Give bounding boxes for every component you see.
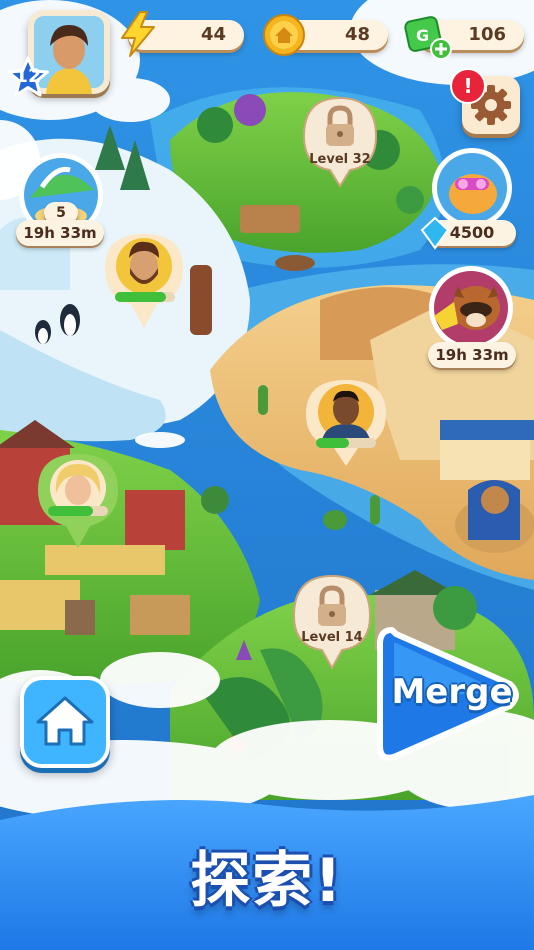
- character-pin-bearded-man[interactable]: [103, 230, 185, 330]
- coin-value: 48: [344, 24, 370, 45]
- man-in-suit-portrait-icon: [306, 380, 386, 466]
- merge-label: Merge: [391, 672, 513, 712]
- lock-level-label: Level 14: [301, 630, 363, 645]
- character-pin-man-in-suit[interactable]: [304, 376, 388, 468]
- man-in-suit-progress: [316, 438, 376, 448]
- blonde-woman-portrait-icon: [38, 454, 118, 548]
- svg-text:G: G: [416, 26, 429, 45]
- coin-icon: [263, 14, 305, 56]
- lock-level-label: Level 32: [309, 152, 371, 167]
- energy-value: 44: [200, 24, 226, 45]
- bearded-man-portrait-icon: [105, 234, 183, 328]
- bearded-man-progress: [115, 292, 175, 302]
- raccoon-event-timer: 19h 33m: [428, 342, 516, 368]
- player-level-value: 12: [14, 65, 42, 87]
- diamond-icon: [420, 216, 450, 250]
- character-pin-blonde-woman[interactable]: [36, 450, 120, 550]
- cash-icon: G: [404, 16, 452, 60]
- raccoon-icon: [429, 266, 513, 350]
- padlock-pin-icon: [302, 96, 378, 188]
- blonde-woman-progress: [48, 506, 108, 516]
- padlock-pin-icon: [292, 574, 372, 671]
- merge-button[interactable]: Merge: [372, 620, 522, 770]
- locked-area-level-32[interactable]: Level 32: [300, 92, 380, 188]
- locked-area-level-14[interactable]: Level 14: [290, 570, 374, 671]
- bearded-man-progress-fill: [115, 292, 166, 302]
- snow-event-timer: 19h 33m: [16, 220, 104, 246]
- banner-title: 探索!: [190, 846, 344, 916]
- player-level-badge: 12: [6, 56, 50, 100]
- house-icon: [36, 696, 94, 746]
- raccoon-event[interactable]: [424, 266, 518, 350]
- blonde-woman-progress-fill: [48, 506, 93, 516]
- home-button[interactable]: [20, 676, 110, 768]
- cash-value: 106: [468, 24, 506, 45]
- lightning-icon: [121, 11, 155, 57]
- notification-alert-icon: !: [450, 68, 486, 104]
- man-in-suit-progress-fill: [316, 438, 349, 448]
